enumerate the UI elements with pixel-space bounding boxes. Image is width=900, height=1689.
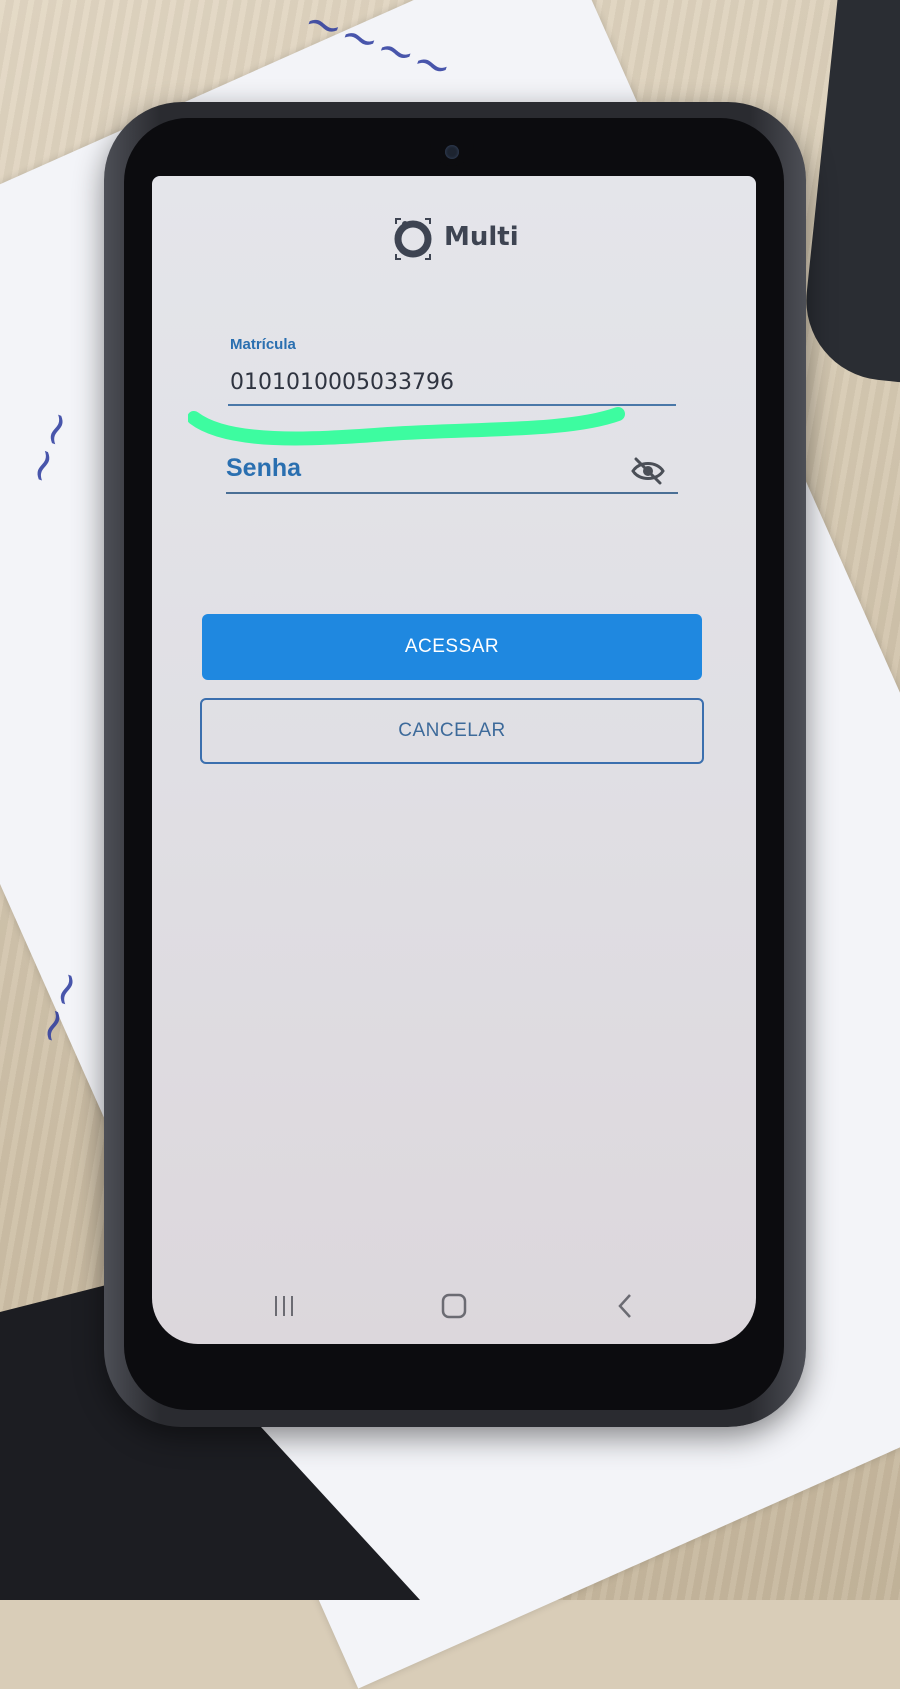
phone-screen: Multi Matrícula 0101010005033796 Senha A… bbox=[152, 176, 756, 1344]
recents-button[interactable] bbox=[256, 1284, 312, 1328]
back-icon bbox=[618, 1294, 631, 1318]
acessar-button[interactable]: ACESSAR bbox=[202, 614, 702, 680]
cancelar-button[interactable]: CANCELAR bbox=[200, 698, 704, 764]
matricula-input[interactable]: 0101010005033796 bbox=[230, 370, 454, 395]
green-highlight-stroke bbox=[188, 407, 625, 446]
home-button[interactable] bbox=[426, 1284, 482, 1328]
system-navigation-bar bbox=[152, 1276, 756, 1336]
senha-input[interactable]: Senha bbox=[226, 454, 301, 483]
front-camera bbox=[445, 145, 459, 159]
app-name: Multi bbox=[444, 222, 519, 252]
recents-icon bbox=[275, 1296, 293, 1316]
senha-underline bbox=[226, 492, 678, 494]
matricula-label: Matrícula bbox=[230, 336, 296, 353]
eye-off-icon[interactable] bbox=[630, 456, 666, 486]
home-icon bbox=[441, 1293, 467, 1319]
multi-logo-icon bbox=[394, 218, 432, 260]
app-logo: Multi bbox=[390, 214, 519, 260]
back-button[interactable] bbox=[598, 1284, 654, 1328]
